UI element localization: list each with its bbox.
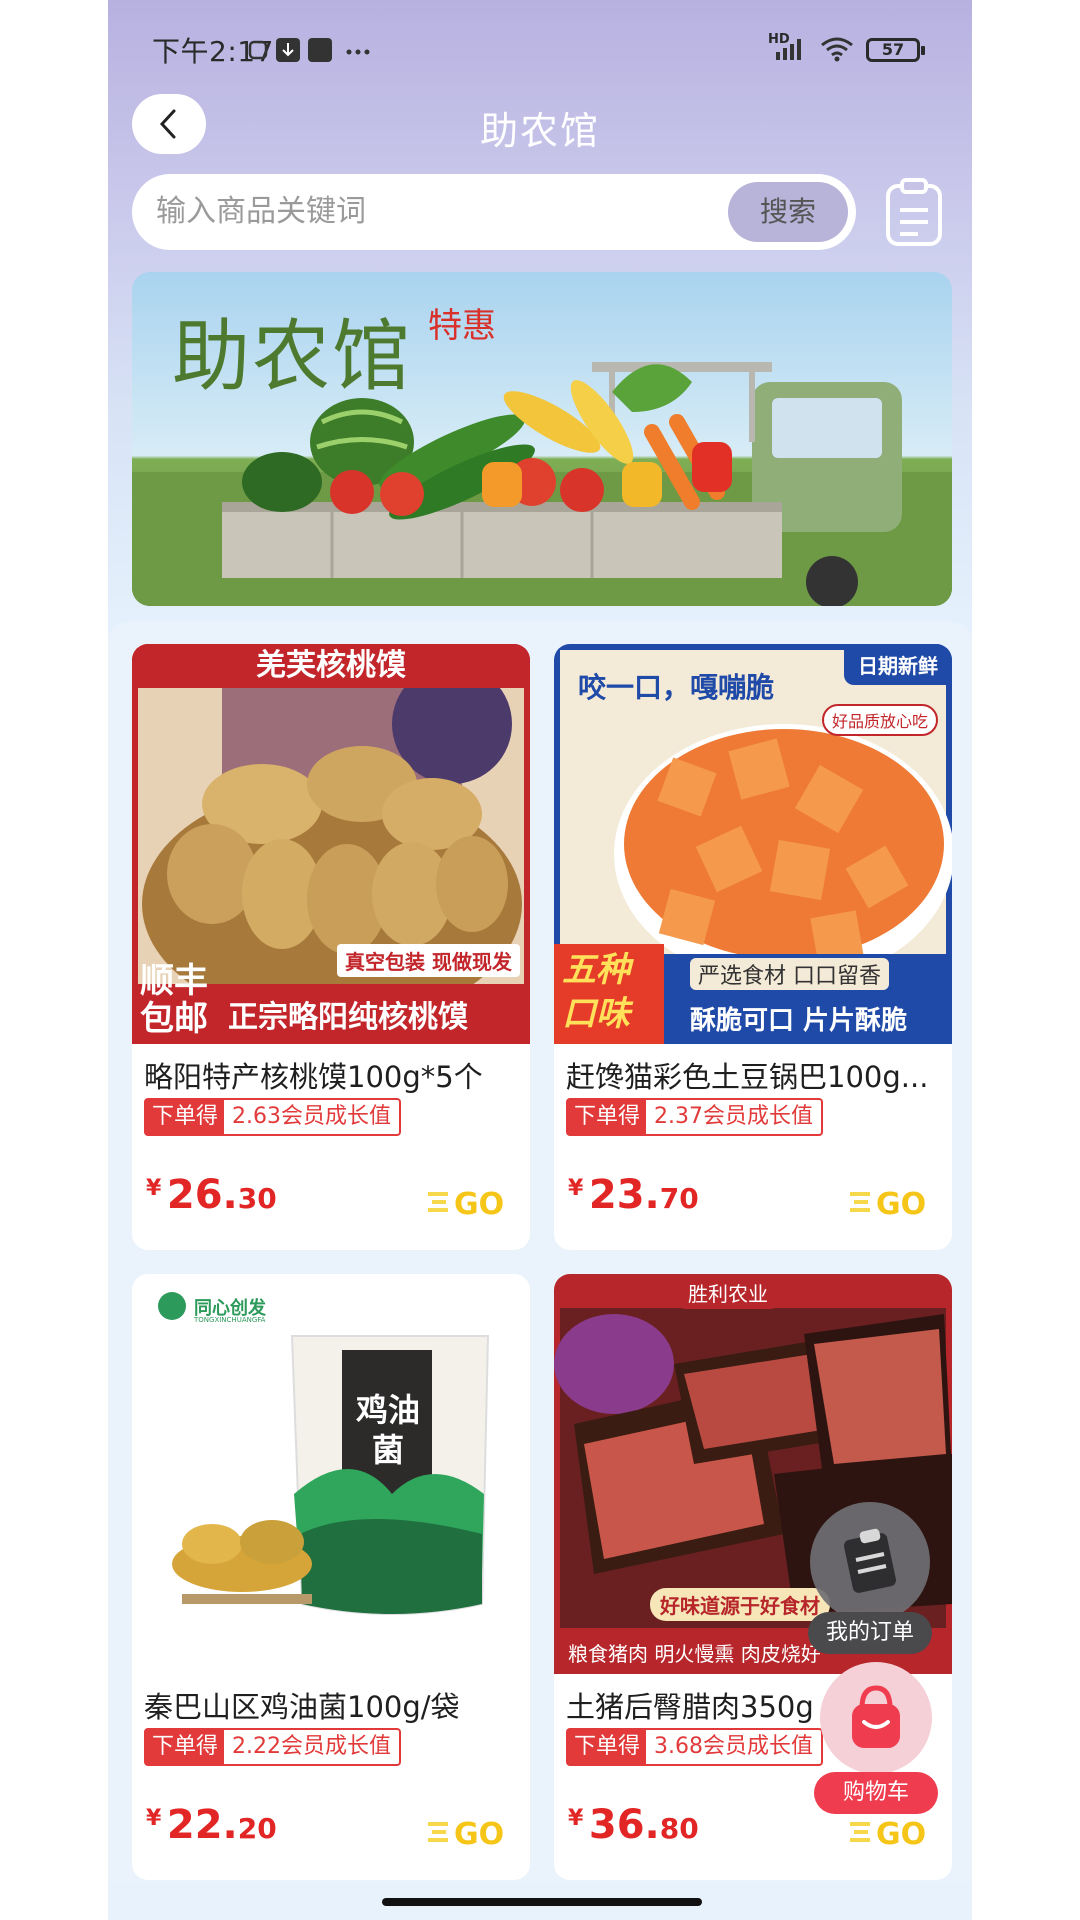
mushroom-bag-photo (132, 1274, 530, 1674)
member-points-tag: 下单得 2.22会员成长值 (144, 1728, 402, 1766)
download-icon (276, 38, 300, 62)
product-price: ¥ 23.70 (568, 1172, 699, 1218)
product-name: 赶馋猫彩色土豆锅巴100g... (566, 1060, 929, 1094)
order-list-icon[interactable] (884, 178, 944, 248)
price-integer: 36. (588, 1802, 660, 1848)
price-decimal: 30 (237, 1182, 277, 1215)
tag-prefix: 下单得 (146, 1730, 225, 1764)
search-input[interactable] (156, 174, 716, 250)
tag-prefix: 下单得 (568, 1100, 647, 1134)
image-caption-top: 羌芙核桃馍 (256, 648, 406, 683)
product-image: 同心创发 TONGXINCHUANGFA 鸡油菌 (132, 1274, 530, 1674)
image-caption-left: 五种口味 (562, 950, 630, 1034)
banner-subtitle: 特惠 (428, 306, 496, 346)
image-caption-bottom: 正宗略阳纯核桃馍 (228, 1000, 468, 1035)
home-indicator[interactable] (382, 1898, 702, 1906)
product-card[interactable]: 同心创发 TONGXINCHUANGFA 鸡油菌 秦巴山区鸡油菌100g/袋 下… (132, 1274, 530, 1880)
image-caption-left: 顺丰包邮 (140, 961, 208, 1039)
bag-label: 鸡油菌 (356, 1391, 421, 1469)
member-points-tag: 下单得 3.68会员成长值 (566, 1728, 824, 1766)
currency-symbol: ¥ (568, 1806, 584, 1831)
svg-text:GO: GO (454, 1817, 504, 1852)
price-decimal: 70 (659, 1182, 699, 1215)
banner-title: 助农馆 (172, 312, 413, 402)
wifi-icon (821, 37, 853, 62)
shopping-cart-label: 购物车 (814, 1772, 938, 1814)
alarm-icon (248, 40, 268, 60)
go-icon[interactable]: GO (426, 1812, 516, 1852)
image-caption-bottom: 粮食猪肉 明火慢熏 肉皮烧好 (568, 1642, 821, 1666)
tag-prefix: 下单得 (568, 1730, 647, 1764)
app-notification-icon (308, 38, 332, 62)
search-bar: 搜索 (132, 174, 856, 250)
tag-value: 2.37会员成长值 (654, 1104, 814, 1129)
status-bar: 下午2:17 HD 57 (108, 28, 972, 72)
price-integer: 22. (166, 1802, 238, 1848)
product-image: 羌芙核桃馍 真空包装 现做现发 顺丰包邮 正宗略阳纯核桃馍 (132, 644, 530, 1044)
signal-icon (776, 39, 801, 60)
battery-indicator: 57 (866, 38, 925, 62)
image-badge: 日期新鲜 (844, 644, 952, 685)
product-card[interactable]: 日期新鲜 咬一口，嘎嘣脆 好品质放心吃 五种口味 严选食材 口口留香 酥脆可口 … (554, 644, 952, 1250)
image-caption-top: 胜利农业 (672, 1276, 784, 1309)
go-icon[interactable]: GO (848, 1182, 938, 1222)
member-points-tag: 下单得 2.63会员成长值 (144, 1098, 402, 1136)
shopping-cart-button[interactable]: 购物车 (814, 1660, 938, 1820)
image-badge: 真空包装 现做现发 (337, 944, 520, 977)
image-caption-line1: 严选食材 口口留香 (690, 958, 889, 990)
price-integer: 23. (588, 1172, 660, 1218)
product-price: ¥ 22.20 (146, 1802, 277, 1848)
image-caption-line2: 酥脆可口 片片酥脆 (690, 1006, 908, 1036)
tag-prefix: 下单得 (146, 1100, 225, 1134)
product-name: 略阳特产核桃馍100g*5个 (144, 1060, 483, 1094)
more-dots-icon (346, 49, 370, 55)
product-card[interactable]: 羌芙核桃馍 真空包装 现做现发 顺丰包邮 正宗略阳纯核桃馍 略阳特产核桃馍100… (132, 644, 530, 1250)
price-decimal: 20 (237, 1812, 277, 1845)
product-price: ¥ 36.80 (568, 1802, 699, 1848)
member-points-tag: 下单得 2.37会员成长值 (566, 1098, 824, 1136)
svg-text:GO: GO (876, 1817, 926, 1852)
image-stamp: 好品质放心吃 (821, 704, 938, 736)
my-orders-button[interactable]: 我的订单 (808, 1500, 932, 1660)
product-price: ¥ 26.30 (146, 1172, 277, 1218)
currency-symbol: ¥ (568, 1176, 584, 1201)
promo-banner[interactable]: 助农馆 特惠 (132, 272, 952, 606)
tag-value: 2.22会员成长值 (232, 1734, 392, 1759)
my-orders-label: 我的订单 (808, 1612, 932, 1654)
search-button[interactable]: 搜索 (728, 182, 848, 242)
product-name: 秦巴山区鸡油菌100g/袋 (144, 1690, 460, 1724)
brand-logo-subtext: TONGXINCHUANGFA (194, 1316, 266, 1324)
go-icon[interactable]: GO (426, 1182, 516, 1222)
image-headline: 咬一口，嘎嘣脆 (578, 671, 775, 704)
currency-symbol: ¥ (146, 1176, 162, 1201)
shopping-bag-icon (820, 1662, 932, 1774)
price-decimal: 80 (659, 1812, 699, 1845)
order-clipboard-icon (810, 1502, 930, 1622)
tag-value: 3.68会员成长值 (654, 1734, 814, 1759)
tag-value: 2.63会员成长值 (232, 1104, 392, 1129)
svg-text:GO: GO (876, 1187, 926, 1222)
currency-symbol: ¥ (146, 1806, 162, 1831)
page-title: 助农馆 (479, 109, 600, 153)
product-image: 日期新鲜 咬一口，嘎嘣脆 好品质放心吃 五种口味 严选食材 口口留香 酥脆可口 … (554, 644, 952, 1044)
svg-text:GO: GO (454, 1187, 504, 1222)
app-screen: 下午2:17 HD 57 助农馆 搜索 (108, 0, 972, 1920)
price-integer: 26. (166, 1172, 238, 1218)
image-ribbon: 好味道源于好食材 (650, 1588, 830, 1621)
